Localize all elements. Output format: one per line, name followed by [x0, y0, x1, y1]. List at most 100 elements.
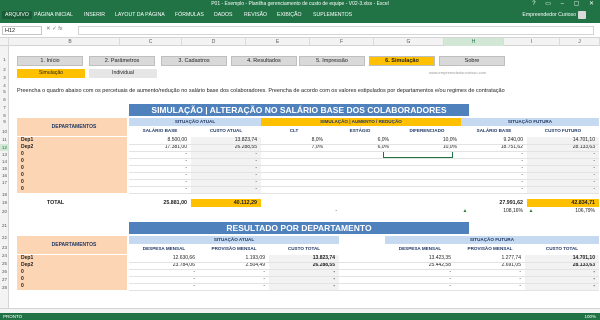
tab-formulas[interactable]: FÓRMULAS: [175, 12, 204, 18]
sim-cell[interactable]: [393, 165, 461, 172]
sim-cell: 26.288,55: [191, 144, 261, 151]
sim-cell[interactable]: [393, 186, 461, 193]
subtab-simulacao[interactable]: Simulação: [17, 69, 85, 78]
sim-cell[interactable]: [261, 165, 327, 172]
row-header-18[interactable]: 18: [0, 191, 9, 198]
row-header-21[interactable]: 21: [0, 222, 9, 229]
avatar[interactable]: [578, 11, 586, 19]
sim-cell: -: [521, 186, 523, 192]
title-bar: P01 - Exemplo - Planilha gerenciamento d…: [0, 0, 600, 9]
tab-suplementos[interactable]: SUPLEMENTOS: [313, 12, 352, 18]
row-header-26[interactable]: 26: [0, 268, 9, 275]
row-header-25[interactable]: 25: [0, 260, 9, 267]
res-cell: 14.701,10: [525, 255, 599, 262]
sim-row-name: 0: [17, 186, 127, 193]
col-header-g[interactable]: G: [374, 38, 444, 46]
row-header-14[interactable]: 14: [0, 158, 9, 165]
col-header-c[interactable]: C: [120, 38, 182, 46]
row-header-22[interactable]: 22: [0, 234, 9, 241]
col-header-i[interactable]: I: [504, 38, 560, 46]
res-cell: -: [525, 276, 599, 283]
col-header-d[interactable]: D: [182, 38, 246, 46]
nav-tab-7[interactable]: Sobre: [439, 56, 505, 66]
gridline: [129, 165, 599, 166]
sim-cell[interactable]: 8,0%: [261, 137, 327, 144]
tab-arquivo[interactable]: ARQUIVO: [2, 11, 32, 19]
status-bar: PRONTO 100%: [0, 313, 600, 320]
sim-cell[interactable]: [327, 158, 393, 165]
tab-layout[interactable]: LAYOUT DA PÁGINA: [115, 12, 165, 18]
sim-cell[interactable]: [261, 158, 327, 165]
sim-cell: -: [527, 179, 599, 186]
sim-cell[interactable]: [327, 165, 393, 172]
row-header-28[interactable]: 28: [0, 284, 9, 291]
nav-tab-5[interactable]: 5. Impressão: [299, 56, 365, 66]
row-header-17[interactable]: 17: [0, 179, 9, 186]
sim-cell[interactable]: [393, 172, 461, 179]
tab-exibicao[interactable]: EXIBIÇÃO: [277, 12, 302, 18]
row-header-27[interactable]: 27: [0, 276, 9, 283]
row-header-5[interactable]: 5: [0, 88, 9, 95]
sim-cell[interactable]: [327, 179, 393, 186]
tab-dados[interactable]: DADOS: [214, 12, 232, 18]
nav-tab-6[interactable]: 6. Simulação: [369, 56, 435, 66]
row-header-16[interactable]: 16: [0, 172, 9, 179]
row-header-2[interactable]: 2: [0, 66, 9, 73]
sim-cell: -: [527, 151, 599, 158]
row-header-15[interactable]: 15: [0, 165, 9, 172]
nav-tab-4[interactable]: 4. Resultados: [231, 56, 297, 66]
column-headers: BCDEFGHIJ: [0, 38, 600, 46]
sim-cell[interactable]: [393, 158, 461, 165]
sim-cell[interactable]: 10,0%: [393, 144, 461, 151]
formula-buttons[interactable]: ✕ ✓ fx: [46, 26, 76, 35]
row-header-24[interactable]: 24: [0, 252, 9, 259]
row-header-12[interactable]: 12: [0, 144, 9, 151]
nav-tab-2[interactable]: 2. Parâmetros: [89, 56, 155, 66]
corner-cell[interactable]: [0, 38, 9, 46]
row-header-20[interactable]: 20: [0, 208, 9, 215]
nav-tab-3[interactable]: 3. Cadastros: [161, 56, 227, 66]
sim-cell[interactable]: 10,0%: [393, 137, 461, 144]
sim-cell[interactable]: 6,0%: [327, 137, 393, 144]
sim-cell[interactable]: [261, 172, 327, 179]
tab-inserir[interactable]: INSERIR: [84, 12, 105, 18]
row-header-19[interactable]: 19: [0, 199, 9, 206]
res-cell: 26.288,55: [269, 262, 339, 269]
tab-revisao[interactable]: REVISÃO: [244, 12, 267, 18]
row-header-23[interactable]: 23: [0, 244, 9, 251]
row-header-3[interactable]: 3: [0, 74, 9, 81]
zoom-level[interactable]: 100%: [584, 314, 596, 319]
sim-row-name: 0: [17, 165, 127, 172]
sim-cell[interactable]: [261, 179, 327, 186]
name-box[interactable]: H12: [2, 26, 42, 35]
selected-cell[interactable]: [383, 151, 453, 158]
sim-cell[interactable]: [327, 186, 393, 193]
sim-cell[interactable]: 7,0%: [261, 144, 327, 151]
row-header-9[interactable]: 9: [0, 118, 9, 125]
row-header-7[interactable]: 7: [0, 104, 9, 111]
row-header-1[interactable]: 1: [0, 56, 9, 63]
row-header-11[interactable]: 11: [0, 136, 9, 143]
subtab-individual[interactable]: Individual: [89, 69, 157, 78]
sim-cell[interactable]: [261, 151, 327, 158]
window-controls[interactable]: ? ▭ – ▢ ✕: [532, 0, 598, 7]
sim-cell[interactable]: [393, 179, 461, 186]
res-cell: -: [193, 269, 195, 275]
tab-pagina-inicial[interactable]: PÁGINA INICIAL: [34, 12, 73, 18]
row-header-6[interactable]: 6: [0, 96, 9, 103]
row-header-13[interactable]: 13: [0, 151, 9, 158]
worksheet[interactable]: 1. Início 2. Parâmetros 3. Cadastros 4. Res…: [9, 46, 600, 308]
col-header-h[interactable]: H: [444, 38, 504, 46]
col-header-e[interactable]: E: [246, 38, 310, 46]
col-header-j[interactable]: J: [560, 38, 600, 46]
nav-tab-1[interactable]: 1. Início: [17, 56, 83, 66]
formula-input[interactable]: [78, 26, 594, 35]
col-header-f[interactable]: F: [310, 38, 374, 46]
sim-cell[interactable]: [261, 186, 327, 193]
user-name[interactable]: Empreendedor Curioso: [522, 12, 576, 18]
gridline: [129, 276, 599, 277]
col-header-b[interactable]: B: [21, 38, 120, 46]
row-header-10[interactable]: 10: [0, 128, 9, 135]
sim-cell[interactable]: [327, 172, 393, 179]
sim-cell[interactable]: 6,0%: [327, 144, 393, 151]
